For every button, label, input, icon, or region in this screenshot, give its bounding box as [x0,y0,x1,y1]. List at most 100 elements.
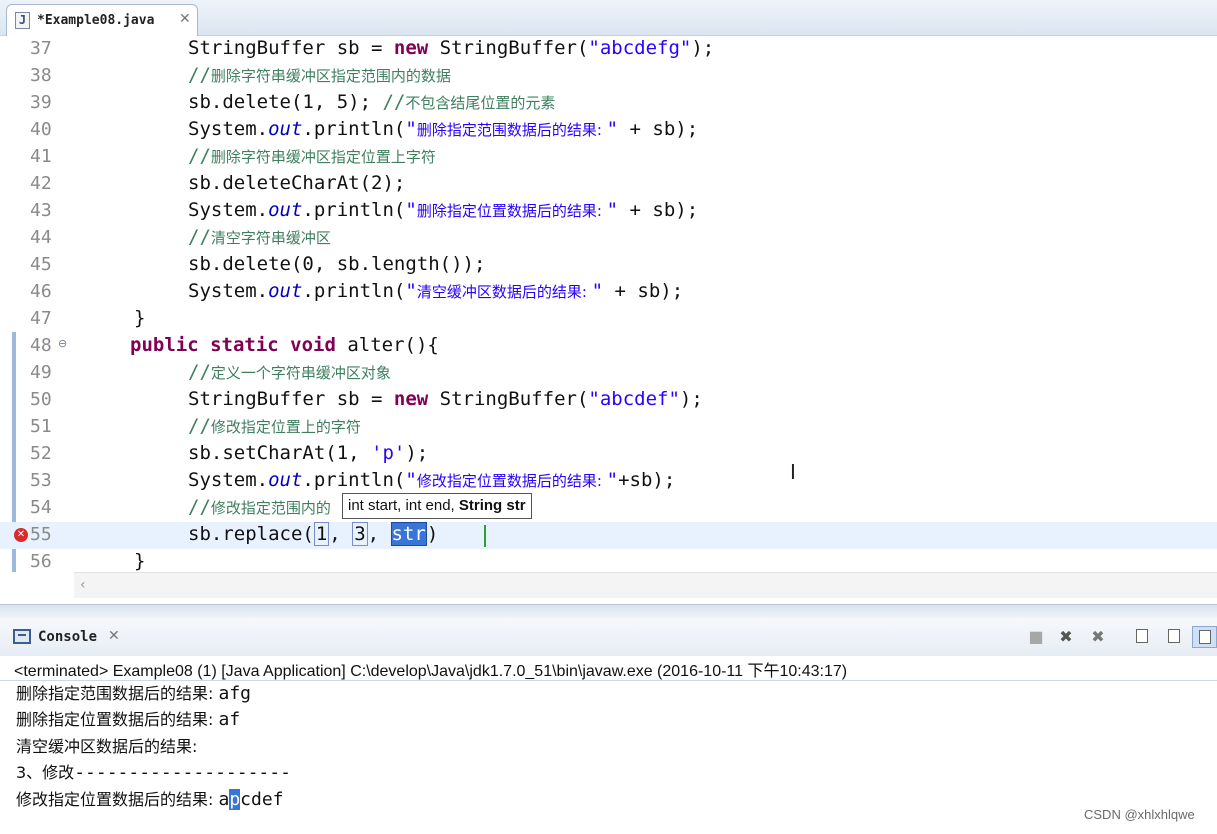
code-text: System.out.println("删除指定位置数据后的结果: " + sb… [188,199,699,221]
output-value: a [218,789,230,810]
output-selected-char: p [229,789,241,810]
code-line[interactable]: 38 //删除字符串缓冲区指定范围内的数据 [0,63,1217,90]
code-line[interactable]: 52 sb.setCharAt(1, 'p'); [0,441,1217,468]
java-file-icon: J [15,12,30,29]
line-number: 49 [30,362,52,383]
output-label: 3、修改 [16,763,75,782]
line-number: 37 [30,38,52,59]
console-output-line: 删除指定位置数据后的结果: af [16,706,240,730]
output-value: af [218,709,241,730]
remove-launch-icon[interactable]: ✖ [1055,626,1077,648]
code-comment: //清空字符串缓冲区 [188,226,331,248]
code-editor[interactable]: 37 StringBuffer sb = new StringBuffer("a… [0,36,1217,604]
console-tab-bar: Console ✕ ■ ✖ ✖ [0,618,1217,656]
console-output-line: 删除指定范围数据后的结果: afg [16,680,251,704]
code-line[interactable]: 37 StringBuffer sb = new StringBuffer("a… [0,36,1217,63]
code-text: } [134,307,146,329]
code-text: sb.replace(1, 3, str) [188,522,439,546]
code-line[interactable]: 46 System.out.println("清空缓冲区数据后的结果: " + … [0,279,1217,306]
line-number: 41 [30,146,52,167]
close-icon[interactable]: ✕ [108,628,120,644]
code-comment: //修改指定范围内的 [188,496,331,518]
output-label: 删除指定位置数据后的结果: [16,710,219,729]
pin-console-icon[interactable] [1163,626,1185,648]
output-label: 修改指定位置数据后的结果: [16,790,219,809]
collapse-icon[interactable]: ⊖ [58,337,67,350]
code-text: System.out.println("修改指定位置数据后的结果: "+sb); [188,469,676,491]
console-output-line: 3、修改-------------------- [16,759,291,783]
code-comment: //删除字符串缓冲区指定位置上字符 [188,145,436,167]
line-number: 51 [30,416,52,437]
code-line-current[interactable]: 55 ✕ sb.replace(1, 3, str) [0,522,1217,549]
code-line[interactable]: 53 System.out.println("修改指定位置数据后的结果: "+s… [0,468,1217,495]
terminate-icon[interactable]: ■ [1025,626,1047,648]
line-number: 53 [30,470,52,491]
line-number: 50 [30,389,52,410]
console-status-line: <terminated> Example08 (1) [Java Applica… [14,663,848,680]
output-value: afg [218,683,251,704]
code-line[interactable]: 47 } [0,306,1217,333]
text-cursor-icon: I [790,460,796,484]
line-number: 48 [30,335,52,356]
editor-tab-label: *Example08.java [37,13,155,28]
line-number: 43 [30,200,52,221]
code-line[interactable]: 41 //删除字符串缓冲区指定位置上字符 [0,144,1217,171]
line-number: 38 [30,65,52,86]
code-text: } [134,550,146,572]
tooltip-params: int start, int end, [348,497,459,514]
code-line[interactable]: 44 //清空字符串缓冲区 [0,225,1217,252]
scroll-left-icon[interactable]: ‹ [80,577,86,593]
code-line[interactable]: 50 StringBuffer sb = new StringBuffer("a… [0,387,1217,414]
line-number: 42 [30,173,52,194]
scroll-lock-icon[interactable] [1131,626,1153,648]
line-number: 46 [30,281,52,302]
code-text: StringBuffer sb = new StringBuffer("abcd… [188,388,703,410]
watermark: CSDN @xhlxhlqwe [1084,807,1195,822]
linked-mode-exit-marker [484,525,486,547]
display-console-icon[interactable] [1192,626,1217,648]
code-comment: //定义一个字符串缓冲区对象 [188,361,391,383]
code-text: System.out.println("删除指定范围数据后的结果: " + sb… [188,118,699,140]
output-label: 清空缓冲区数据后的结果: [16,737,198,756]
line-number: 39 [30,92,52,113]
code-text: System.out.println("清空缓冲区数据后的结果: " + sb)… [188,280,684,302]
output-value: cdef [240,789,284,810]
close-icon[interactable]: ✕ [179,11,191,27]
console-output-line: 清空缓冲区数据后的结果: [16,733,197,757]
console-output-line: 修改指定位置数据后的结果: apcdef [16,786,284,810]
remove-all-icon[interactable]: ✖ [1087,626,1109,648]
code-line[interactable]: 51 //修改指定位置上的字符 [0,414,1217,441]
code-comment: //修改指定位置上的字符 [188,415,361,437]
line-number: 40 [30,119,52,140]
console-tab[interactable]: Console ✕ [6,624,128,656]
editor-tab-example08[interactable]: J *Example08.java ✕ [6,4,198,36]
code-line[interactable]: 49 //定义一个字符串缓冲区对象 [0,360,1217,387]
line-number: 45 [30,254,52,275]
line-number: 54 [30,497,52,518]
code-line[interactable]: 48 ⊖ public static void alter(){ [0,333,1217,360]
line-number: 52 [30,443,52,464]
code-text: public static void alter(){ [130,334,439,356]
console-tab-label: Console [38,629,98,645]
line-number: 56 [30,551,52,572]
code-text: sb.delete(1, 5); //不包含结尾位置的元素 [188,91,556,113]
code-line[interactable]: 45 sb.delete(0, sb.length()); [0,252,1217,279]
code-line[interactable]: 42 sb.deleteCharAt(2); [0,171,1217,198]
error-icon[interactable]: ✕ [14,528,28,542]
code-comment: //删除字符串缓冲区指定范围内的数据 [188,64,451,86]
code-line[interactable]: 54 //修改指定范围内的 [0,495,1217,522]
editor-tab-bar: J *Example08.java ✕ [0,0,1217,36]
tooltip-current-param: String str [458,497,526,514]
code-line[interactable]: 40 System.out.println("删除指定范围数据后的结果: " +… [0,117,1217,144]
code-line[interactable]: 39 sb.delete(1, 5); //不包含结尾位置的元素 [0,90,1217,117]
code-text: sb.deleteCharAt(2); [188,172,406,194]
code-text: sb.setCharAt(1, 'p'); [188,442,429,464]
horizontal-scrollbar[interactable]: ‹ [74,572,1217,598]
code-text: StringBuffer sb = new StringBuffer("abcd… [188,37,715,59]
console-icon [13,629,31,644]
line-number: 47 [30,308,52,329]
code-line[interactable]: 43 System.out.println("删除指定位置数据后的结果: " +… [0,198,1217,225]
line-number: 44 [30,227,52,248]
output-label: 删除指定范围数据后的结果: [16,684,219,703]
pane-divider[interactable] [0,604,1217,618]
